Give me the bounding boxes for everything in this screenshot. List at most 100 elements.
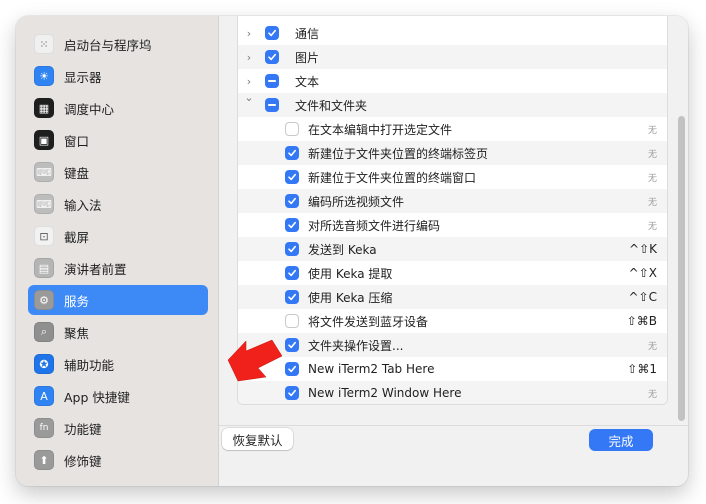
service-row[interactable]: 文件夹操作设置... 无: [238, 333, 667, 357]
service-checkbox[interactable]: [285, 338, 299, 352]
sidebar-item-label: 演讲者前置: [64, 261, 127, 277]
shortcut-label[interactable]: ^⇧K: [629, 242, 657, 256]
sidebar-item-window[interactable]: ▣ 窗口: [28, 125, 208, 155]
sidebar-item-accessibility[interactable]: ✪ 辅助功能: [28, 349, 208, 379]
shortcut-label[interactable]: 无: [648, 147, 657, 160]
shortcut-label[interactable]: 无: [648, 387, 657, 400]
service-checkbox[interactable]: [285, 122, 299, 136]
service-label: 使用 Keka 压缩: [308, 290, 393, 305]
shortcut-label[interactable]: ⇧⌘1: [627, 362, 657, 376]
sidebar-item-label: 截屏: [64, 229, 90, 245]
sidebar-item-app-shortcuts[interactable]: A App 快捷键: [28, 381, 208, 411]
service-checkbox[interactable]: [265, 50, 279, 64]
restore-defaults-button[interactable]: 恢复默认: [222, 428, 293, 450]
service-label: 通信: [295, 26, 320, 41]
service-group-row[interactable]: › 文本: [238, 69, 667, 93]
sidebar-item-label: 键盘: [64, 165, 90, 181]
presenter-icon: ▤: [34, 258, 54, 278]
service-label: 编码所选视频文件: [308, 194, 405, 209]
service-label: 文件和文件夹: [295, 98, 368, 113]
modifier-key-icon: ⬆: [34, 450, 54, 470]
service-label: 新建位于文件夹位置的终端标签页: [308, 146, 489, 161]
service-group-row[interactable]: ⌄ 文件和文件夹: [238, 91, 667, 117]
service-checkbox[interactable]: [265, 74, 279, 88]
display-icon: ☀: [34, 66, 54, 86]
service-label: New iTerm2 Tab Here: [308, 362, 435, 376]
sidebar-item-spotlight[interactable]: ⌕ 聚焦: [28, 317, 208, 347]
chevron-right-icon[interactable]: ›: [244, 75, 254, 88]
chevron-down-icon[interactable]: ⌄: [244, 91, 254, 104]
sidebar-item-label: 窗口: [64, 133, 90, 149]
keyboard-icon: ⌨: [34, 162, 54, 182]
service-row[interactable]: 将文件发送到蓝牙设备 ⇧⌘B: [238, 309, 667, 333]
sidebar-item-presenter[interactable]: ▤ 演讲者前置: [28, 253, 208, 283]
service-row[interactable]: 使用 Keka 压缩 ^⇧C: [238, 285, 667, 309]
service-label: 使用 Keka 提取: [308, 266, 393, 281]
shortcut-label[interactable]: 无: [648, 219, 657, 232]
shortcut-label[interactable]: 无: [648, 123, 657, 136]
mission-control-icon: ▦: [34, 98, 54, 118]
sidebar-item-input-method[interactable]: ⌨ 输入法: [28, 189, 208, 219]
sidebar-item-mission-control[interactable]: ▦ 调度中心: [28, 93, 208, 123]
service-checkbox[interactable]: [285, 242, 299, 256]
service-checkbox[interactable]: [285, 218, 299, 232]
sidebar-item-label: 显示器: [64, 69, 102, 85]
shortcut-label[interactable]: 无: [648, 339, 657, 352]
service-row[interactable]: 在文本编辑中打开选定文件 无: [238, 117, 667, 141]
done-button[interactable]: 完成: [589, 429, 653, 451]
gear-icon: ⚙: [34, 290, 54, 310]
service-checkbox[interactable]: [285, 170, 299, 184]
sidebar-item-launchpad[interactable]: ⁙ 启动台与程序坞: [28, 29, 208, 59]
sidebar-item-label: 启动台与程序坞: [64, 37, 152, 53]
service-label: 文件夹操作设置...: [308, 338, 404, 353]
sidebar-item-label: 聚焦: [64, 325, 90, 341]
service-checkbox[interactable]: [285, 266, 299, 280]
service-label: 在文本编辑中打开选定文件: [308, 122, 453, 137]
service-label: 对所选音频文件进行编码: [308, 218, 441, 233]
sidebar-item-screenshot[interactable]: ⊡ 截屏: [28, 221, 208, 251]
sidebar-item-display[interactable]: ☀ 显示器: [28, 61, 208, 91]
chevron-right-icon[interactable]: ›: [244, 51, 254, 64]
service-checkbox[interactable]: [285, 386, 299, 400]
sidebar-item-label: 服务: [64, 293, 90, 309]
main-pane: › 通信 › 图片 › 文本 ⌄ 文件和文件夹 在文本编辑中打开选定文件无新建位于文件夹位置的终…: [219, 16, 688, 486]
sidebar-item-label: 修饰键: [64, 453, 102, 469]
service-row[interactable]: 新建位于文件夹位置的终端标签页 无: [238, 141, 667, 165]
sidebar-item-fn-key[interactable]: fn 功能键: [28, 413, 208, 443]
service-checkbox[interactable]: [285, 314, 299, 328]
service-row[interactable]: New iTerm2 Window Here 无: [238, 381, 667, 404]
service-row[interactable]: New iTerm2 Tab Here ⇧⌘1: [238, 357, 667, 381]
service-group-row[interactable]: › 图片: [238, 45, 667, 69]
service-row[interactable]: 使用 Keka 提取 ^⇧X: [238, 261, 667, 285]
sidebar-item-gear[interactable]: ⚙ 服务: [28, 285, 208, 315]
shortcut-label[interactable]: ⇧⌘B: [627, 314, 657, 328]
scrollbar-thumb[interactable]: [678, 116, 685, 421]
service-label: 新建位于文件夹位置的终端窗口: [308, 170, 477, 185]
service-group-row[interactable]: › 通信: [238, 21, 667, 45]
chevron-right-icon[interactable]: ›: [244, 27, 254, 40]
sidebar-item-label: 输入法: [64, 197, 102, 213]
accessibility-icon: ✪: [34, 354, 54, 374]
service-checkbox[interactable]: [285, 194, 299, 208]
service-checkbox[interactable]: [285, 362, 299, 376]
service-row[interactable]: 新建位于文件夹位置的终端窗口 无: [238, 165, 667, 189]
service-label: 发送到 Keka: [308, 242, 377, 257]
service-row[interactable]: 发送到 Keka ^⇧K: [238, 237, 667, 261]
sidebar: ⁙ 启动台与程序坞 ☀ 显示器 ▦ 调度中心 ▣ 窗口 ⌨ 键盘 ⌨ 输入法 ⊡ 截屏 ▤ 演讲者前置 ⚙ 服务 ⌕…: [16, 16, 218, 486]
sidebar-item-keyboard[interactable]: ⌨ 键盘: [28, 157, 208, 187]
service-checkbox[interactable]: [285, 146, 299, 160]
screenshot-icon: ⊡: [34, 226, 54, 246]
launchpad-icon: ⁙: [34, 34, 54, 54]
sidebar-item-label: 辅助功能: [64, 357, 115, 373]
sidebar-item-modifier-key[interactable]: ⬆ 修饰键: [28, 445, 208, 475]
shortcut-label[interactable]: ^⇧X: [629, 266, 657, 280]
sidebar-item-label: 功能键: [64, 421, 102, 437]
shortcut-label[interactable]: 无: [648, 195, 657, 208]
service-row[interactable]: 对所选音频文件进行编码 无: [238, 213, 667, 237]
service-checkbox[interactable]: [285, 290, 299, 304]
service-checkbox[interactable]: [265, 26, 279, 40]
service-checkbox[interactable]: [265, 98, 279, 112]
service-row[interactable]: 编码所选视频文件 无: [238, 189, 667, 213]
shortcut-label[interactable]: 无: [648, 171, 657, 184]
shortcut-label[interactable]: ^⇧C: [629, 290, 658, 304]
